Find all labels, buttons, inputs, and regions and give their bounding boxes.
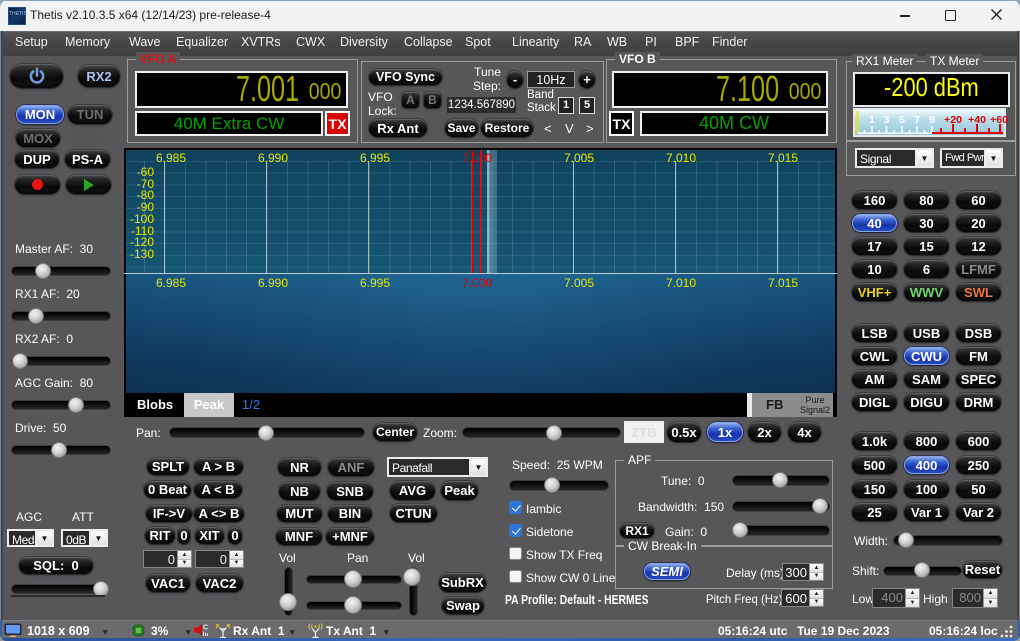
svg-text:1: 1 bbox=[869, 114, 875, 126]
svg-text:5: 5 bbox=[899, 114, 905, 126]
svg-text:7: 7 bbox=[914, 114, 920, 126]
svg-text:3: 3 bbox=[884, 114, 890, 126]
svg-text:C: C bbox=[203, 625, 208, 632]
svg-text:9: 9 bbox=[929, 114, 935, 126]
